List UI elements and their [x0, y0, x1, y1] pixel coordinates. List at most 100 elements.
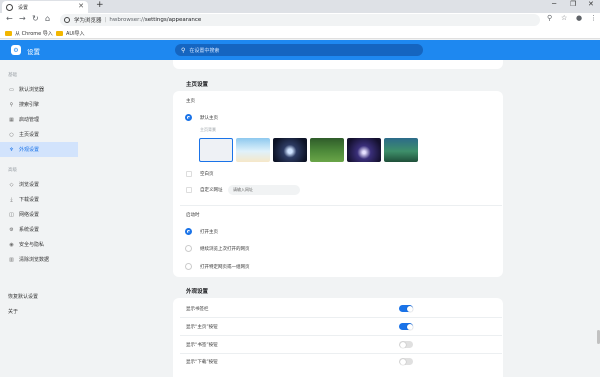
menu-icon[interactable]: ⋮ [590, 14, 597, 22]
about-link[interactable]: 关于 [0, 304, 78, 319]
app-logo: ⚙ [11, 45, 21, 55]
settings-gear-icon [6, 3, 13, 11]
sidebar: 基础 ▭ 默认浏览器 ⚲ 搜索引擎 ▦ 启动管理 ○ 主页设置 ♆ 外观设置 高… [0, 60, 80, 377]
sidebar-group-advanced: 高级 [8, 168, 17, 173]
sidebar-item-network[interactable]: ◫ 网络设置 [0, 207, 78, 222]
row-divider [180, 317, 502, 318]
startup-label: 启动时 [186, 213, 200, 218]
back-icon[interactable]: ← [6, 14, 13, 23]
sidebar-item-search-engine[interactable]: ⚲ 搜索引擎 [0, 97, 78, 112]
search-icon: ⚲ [181, 46, 186, 54]
close-tab-icon[interactable]: ✕ [78, 2, 84, 10]
shield-icon: ◇ [9, 181, 14, 188]
sidebar-item-label: 安全与隐私 [19, 242, 45, 248]
forward-icon[interactable]: → [19, 14, 26, 23]
settings-search-input[interactable]: ⚲ 在设置中搜索 [175, 44, 423, 56]
show-bookmarks-bar-label: 显示书签栏 [186, 307, 209, 312]
settings-header: ⚙ 设置 ⚲ 在设置中搜索 [0, 40, 600, 60]
show-home-button-toggle[interactable] [399, 323, 413, 330]
lock-icon: ◉ [9, 241, 14, 248]
show-bookmarks-button-label: 显示“书签”按钮 [186, 343, 218, 348]
sidebar-item-browsing[interactable]: ◇ 浏览设置 [0, 177, 78, 192]
sidebar-item-homepage[interactable]: ○ 主页设置 [0, 127, 78, 142]
site-info-icon[interactable] [64, 17, 70, 23]
sidebar-item-appearance[interactable]: ♆ 外观设置 [0, 142, 78, 157]
custom-url-label: 自定义网址 [200, 188, 223, 193]
blank-page-label: 空白页 [200, 172, 214, 177]
tab-strip: 设置 ✕ + ─ ❐ ✕ [0, 0, 600, 13]
show-bookmarks-bar-toggle[interactable] [399, 305, 413, 312]
reload-icon[interactable]: ↻ [32, 14, 39, 23]
background-thumb-planet[interactable] [273, 138, 307, 162]
profile-icon[interactable]: ● [576, 14, 582, 22]
new-tab-button[interactable]: + [96, 0, 104, 10]
bookmark-import-aui[interactable]: AUI导入 [56, 30, 85, 37]
appearance-card [173, 298, 503, 377]
bookmark-star-icon[interactable]: ☆ [561, 14, 567, 22]
zoom-icon[interactable]: ⚲ [547, 14, 552, 22]
url-separator: | [104, 17, 107, 23]
home-icon: ○ [9, 131, 14, 138]
folder-icon [56, 31, 63, 36]
show-bookmarks-button-toggle[interactable] [399, 341, 413, 348]
background-thumb-forest[interactable] [310, 138, 344, 162]
background-thumb-island[interactable] [384, 138, 418, 162]
show-download-button-toggle[interactable] [399, 358, 413, 365]
startup-open-home-radio[interactable] [185, 228, 192, 235]
custom-url-checkbox[interactable] [186, 187, 192, 193]
sidebar-item-label: 网络设置 [19, 212, 40, 218]
search-icon: ⚲ [9, 101, 14, 108]
background-thumb-galaxy[interactable] [347, 138, 381, 162]
sidebar-item-label: 主页设置 [19, 132, 40, 138]
sidebar-item-label: 浏览设置 [19, 182, 40, 188]
startup-open-home-label: 打开主页 [200, 230, 218, 235]
url-site: 学为浏览器 [74, 18, 102, 24]
bookmarks-bar: 从 Chrome 导入 AUI导入 [0, 28, 600, 39]
default-home-radio[interactable] [185, 114, 192, 121]
network-icon: ◫ [9, 211, 14, 218]
show-download-button-label: 显示“下载”按钮 [186, 360, 218, 365]
home-icon[interactable]: ⌂ [45, 14, 50, 23]
address-bar[interactable]: 学为浏览器 | hwbrowser:// settings/appearance [60, 14, 540, 26]
minimize-icon[interactable]: ─ [552, 0, 556, 8]
appearance-section-title: 外观设置 [186, 289, 209, 295]
browser-toolbar: ← → ↻ ⌂ 学为浏览器 | hwbrowser:// settings/ap… [0, 13, 600, 28]
bookmark-import-chrome[interactable]: 从 Chrome 导入 [5, 30, 53, 37]
startup-specific-radio[interactable] [185, 263, 192, 270]
sidebar-item-label: 恢复默认设置 [8, 294, 39, 300]
row-divider [180, 335, 502, 336]
background-label: 主页背景 [200, 127, 216, 132]
sidebar-item-security[interactable]: ◉ 安全与隐私 [0, 237, 78, 252]
sidebar-item-label: 默认浏览器 [19, 87, 45, 93]
default-home-label: 默认主页 [200, 116, 218, 121]
startup-continue-radio[interactable] [185, 245, 192, 252]
blank-page-checkbox[interactable] [186, 171, 192, 177]
restore-defaults-link[interactable]: 恢复默认设置 [0, 289, 78, 304]
sidebar-item-default-browser[interactable]: ▭ 默认浏览器 [0, 82, 78, 97]
background-thumb-beach[interactable] [236, 138, 270, 162]
sidebar-item-label: 搜索引擎 [19, 102, 40, 108]
folder-icon [5, 31, 12, 36]
url-path: settings/appearance [144, 17, 202, 23]
bookmark-label: AUI导入 [66, 31, 85, 37]
sidebar-group-basic: 基础 [8, 73, 17, 78]
sidebar-item-download[interactable]: ⤓ 下载设置 [0, 192, 78, 207]
page-title: 设置 [27, 48, 40, 56]
url-placeholder: 请输入网址 [233, 187, 253, 192]
sidebar-item-startup[interactable]: ▦ 启动管理 [0, 112, 78, 127]
custom-url-input[interactable]: 请输入网址 [228, 185, 300, 195]
homepage-section-title: 主页设置 [186, 82, 209, 88]
show-home-button-label: 显示“主页”按钮 [186, 325, 218, 330]
section-divider [180, 205, 502, 206]
grid-icon: ▦ [9, 116, 14, 123]
close-window-icon[interactable]: ✕ [588, 0, 594, 8]
sidebar-item-clear-data[interactable]: ▥ 清除浏览数据 [0, 252, 78, 267]
tab-settings[interactable]: 设置 ✕ [2, 1, 88, 13]
url-host: hwbrowser:// [109, 17, 145, 23]
background-thumb-blank[interactable] [199, 138, 233, 162]
maximize-icon[interactable]: ❐ [570, 0, 576, 8]
home-label: 主页 [186, 99, 195, 104]
download-icon: ⤓ [10, 196, 13, 203]
sidebar-item-system[interactable]: ⚙ 系统设置 [0, 222, 78, 237]
sidebar-item-label: 外观设置 [19, 147, 40, 153]
